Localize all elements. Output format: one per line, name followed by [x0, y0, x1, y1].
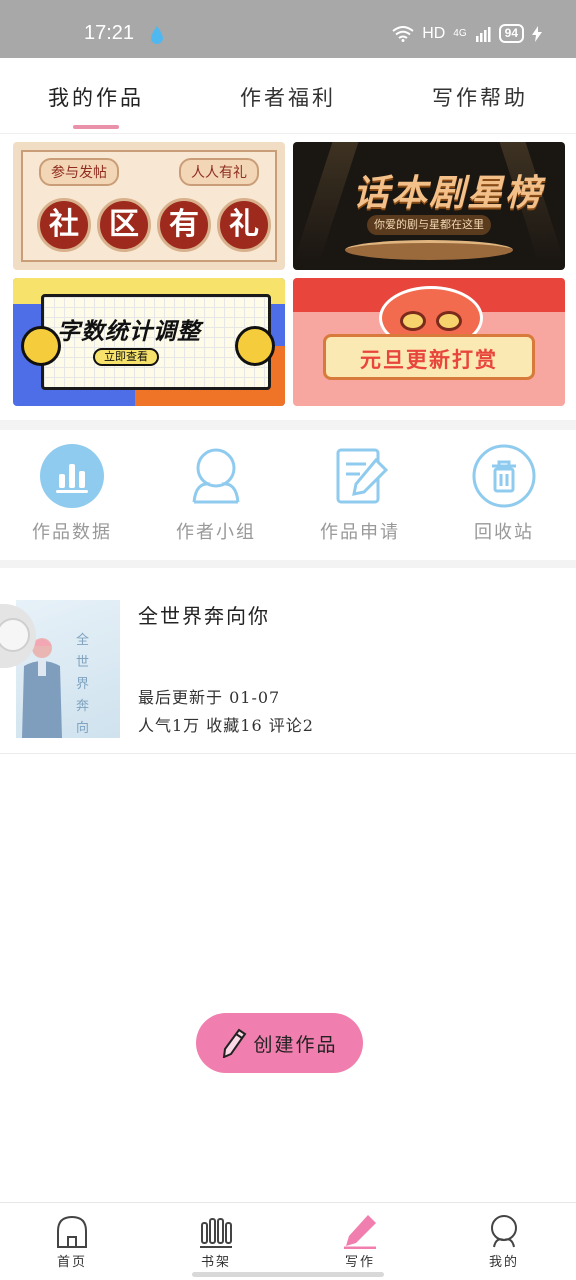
- spotlight-beam: [293, 142, 359, 262]
- tab-label: 写作帮助: [432, 86, 528, 110]
- banner-tag: 参与发帖: [39, 158, 119, 186]
- quick-actions: 作品数据 作者小组 作品申请 回收站: [0, 430, 576, 560]
- action-work-data[interactable]: 作品数据: [0, 430, 144, 560]
- banner-community-gift[interactable]: 参与发帖 人人有礼 社 区 有 礼: [13, 142, 285, 270]
- work-stats: 人气1万 收藏16 评论2: [138, 716, 314, 735]
- nav-writing[interactable]: 写作: [288, 1203, 432, 1280]
- banner-word-count[interactable]: 字数统计调整 立即查看: [13, 278, 285, 406]
- action-label: 作品申请: [320, 522, 400, 543]
- banner-new-year[interactable]: 元旦更新打赏: [293, 278, 565, 406]
- banner-subtitle: 你爱的剧与星都在这里: [367, 215, 491, 235]
- screen: 17:21 HD 4G 94 我的作品 作者福利 写作帮助 参与发帖 人人有礼 …: [0, 0, 576, 1280]
- cover-title: 全世界奔向你: [76, 633, 90, 736]
- banner-tag: 人人有礼: [179, 158, 259, 186]
- network-type: HD: [422, 24, 446, 42]
- action-work-apply[interactable]: 作品申请: [288, 430, 432, 560]
- status-indicators: HD 4G 94: [392, 24, 542, 43]
- stage-platform: [345, 240, 513, 260]
- view-now-button[interactable]: 立即查看: [93, 348, 159, 366]
- banner-char: 社: [37, 198, 91, 252]
- lion-eye: [436, 311, 462, 331]
- banner-star-ranking[interactable]: 话本剧星榜 你爱的剧与星都在这里: [293, 142, 565, 270]
- top-tabs: 我的作品 作者福利 写作帮助: [0, 58, 576, 134]
- bottom-navigation: 首页 书架 写作 我的: [0, 1202, 576, 1280]
- edit-form-icon: [336, 448, 389, 504]
- trash-icon: [472, 444, 536, 508]
- tab-writing-help[interactable]: 写作帮助: [384, 58, 576, 133]
- signal-icon: [475, 26, 491, 42]
- bookshelf-icon: [200, 1218, 232, 1248]
- nav-label: 书架: [200, 1255, 231, 1270]
- tab-author-benefits[interactable]: 作者福利: [192, 58, 384, 133]
- action-label: 作品数据: [32, 522, 112, 543]
- banner-frame: 参与发帖 人人有礼 社 区 有 礼: [21, 150, 277, 262]
- status-bar: 17:21 HD 4G 94: [0, 0, 576, 58]
- action-recycle-bin[interactable]: 回收站: [432, 430, 576, 560]
- work-last-updated: 最后更新于 01-07: [138, 688, 281, 707]
- charging-icon: [532, 25, 542, 42]
- signal-label: 4G: [453, 28, 467, 39]
- status-time: 17:21: [84, 22, 135, 44]
- banner-grid: 参与发帖 人人有礼 社 区 有 礼 话本剧星榜 你爱的剧与星都在这里 字数统计调…: [13, 142, 565, 406]
- nav-label: 首页: [56, 1255, 87, 1270]
- nav-label: 我的: [488, 1255, 519, 1270]
- bar-chart-icon: [40, 444, 104, 508]
- nav-label: 写作: [344, 1255, 375, 1270]
- banner-title: 字数统计调整: [57, 319, 201, 345]
- action-label: 回收站: [474, 522, 534, 543]
- banner-char: 礼: [217, 198, 271, 252]
- avatar: [0, 618, 30, 652]
- profile-icon: [491, 1215, 517, 1248]
- banner-title: 话本剧星榜: [353, 173, 544, 214]
- tab-label: 我的作品: [48, 86, 144, 110]
- create-work-label: 创建作品: [253, 1033, 338, 1056]
- work-title: 全世界奔向你: [138, 604, 270, 628]
- nav-bookshelf[interactable]: 书架: [144, 1203, 288, 1280]
- nav-home[interactable]: 首页: [0, 1203, 144, 1280]
- megaphone-icon: [235, 326, 275, 366]
- tab-my-works[interactable]: 我的作品: [0, 58, 192, 133]
- home-icon: [57, 1215, 87, 1248]
- home-indicator[interactable]: [192, 1272, 384, 1277]
- create-work-button[interactable]: 创建作品: [196, 1013, 363, 1073]
- banner-title: 元旦更新打赏: [360, 348, 498, 372]
- tab-active-indicator: [73, 125, 119, 129]
- section-divider: [0, 560, 576, 568]
- action-label: 作者小组: [176, 522, 256, 543]
- group-icon: [192, 448, 240, 504]
- nav-profile[interactable]: 我的: [432, 1203, 576, 1280]
- pencil-icon: [223, 1028, 247, 1058]
- section-divider: [0, 420, 576, 430]
- pen-icon: [344, 1215, 376, 1249]
- banner-char: 有: [157, 198, 211, 252]
- water-drop-icon: [151, 26, 163, 44]
- tab-label: 作者福利: [240, 86, 336, 110]
- lion-eye: [400, 311, 426, 331]
- work-list-item[interactable]: 全世界奔向你 全世界奔向你 最后更新于 01-07 人气1万 收藏16 评论2: [0, 570, 576, 754]
- wifi-icon: [392, 25, 414, 42]
- action-author-group[interactable]: 作者小组: [144, 430, 288, 560]
- battery-icon: 94: [498, 24, 524, 43]
- banner-char: 区: [97, 198, 151, 252]
